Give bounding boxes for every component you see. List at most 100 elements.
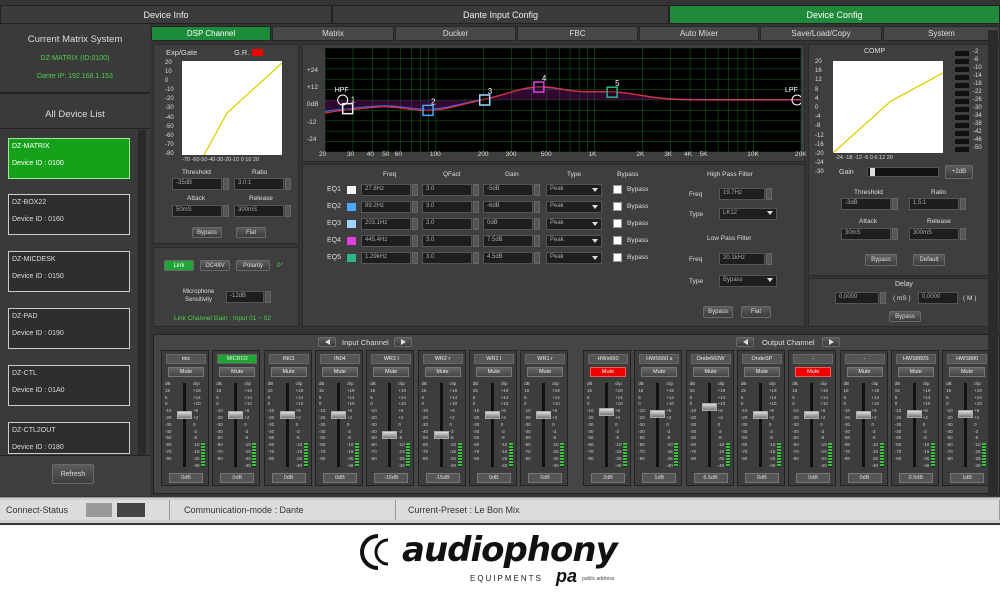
gate-threshold-field[interactable]: -35dB — [172, 178, 222, 190]
eq-freq-spinner[interactable] — [412, 235, 418, 247]
device-item[interactable]: DZ-PAD Device ID : 0190 — [8, 308, 130, 349]
channel-name-button[interactable]: WR1 l — [473, 354, 514, 364]
comp-attack-spinner[interactable] — [892, 228, 898, 240]
mute-button[interactable]: Mute — [527, 367, 564, 377]
channel-name-button[interactable]: HWS660 s — [639, 354, 680, 364]
hpf-freq-spinner[interactable] — [766, 188, 772, 200]
fader-knob[interactable] — [599, 408, 614, 417]
eq-type-select[interactable]: Peak — [546, 184, 602, 196]
eq-q-spinner[interactable] — [473, 201, 479, 213]
eq-q-field[interactable]: 3.0 — [422, 201, 472, 213]
mute-button[interactable]: Mute — [590, 367, 626, 377]
subtab-auto-mixer[interactable]: Auto Mixer — [639, 26, 759, 41]
eq-gain-field[interactable]: 4.5dB — [483, 252, 533, 264]
output-prev-button[interactable] — [736, 337, 754, 347]
mute-button[interactable]: Mute — [897, 367, 934, 377]
channel-name-button[interactable]: - — [793, 354, 834, 364]
subtab-system[interactable]: System — [883, 26, 1000, 41]
channel-name-button[interactable]: IN03 — [268, 354, 309, 364]
fader-knob[interactable] — [752, 410, 768, 419]
gate-ratio-field[interactable]: 3.0:1 — [234, 178, 284, 190]
eq-gain-spinner[interactable] — [534, 218, 540, 230]
comp-release-field[interactable]: 300mS — [909, 228, 959, 240]
delay-bypass-button[interactable]: Bypass — [889, 311, 921, 322]
mute-button[interactable]: Mute — [321, 367, 358, 377]
eq-freq-spinner[interactable] — [412, 252, 418, 264]
lpf-freq-spinner[interactable] — [766, 253, 772, 265]
eq-gain-field[interactable]: -6dB — [483, 201, 533, 213]
input-next-button[interactable] — [394, 337, 412, 347]
polarity-button[interactable]: Polarity — [236, 260, 270, 271]
eq-point-handle[interactable] — [422, 104, 434, 117]
eq-bypass-checkbox[interactable] — [613, 202, 622, 211]
gate-ratio-spinner[interactable] — [285, 178, 291, 190]
fader-knob[interactable] — [382, 431, 398, 440]
eq-type-select[interactable]: Peak — [546, 201, 602, 213]
fader-knob[interactable] — [536, 410, 552, 419]
eq-q-field[interactable]: 3.0 — [422, 235, 472, 247]
device-item[interactable]: DZ-MICDESK Device ID : 0150 — [8, 251, 130, 292]
comp-bypass-button[interactable]: Bypass — [865, 254, 897, 266]
lpf-type-select[interactable]: Bypass — [719, 275, 777, 287]
subtab-matrix[interactable]: Matrix — [272, 26, 394, 41]
channel-name-button[interactable]: HWS880 — [947, 354, 988, 364]
channel-name-button[interactable]: WR1 r — [525, 354, 566, 364]
channel-name-button[interactable]: IN04 — [319, 354, 360, 364]
mute-button[interactable]: Mute — [168, 367, 204, 377]
eq-gain-field[interactable]: -5dB — [483, 184, 533, 196]
eq-gain-spinner[interactable] — [534, 252, 540, 264]
hpf-freq-field[interactable]: 19.7Hz — [719, 188, 765, 200]
gate-release-spinner[interactable] — [285, 205, 291, 217]
eq-bypass-checkbox[interactable] — [613, 219, 622, 228]
eq-q-field[interactable]: 3.0 — [422, 218, 472, 230]
comp-gain-knob[interactable] — [870, 168, 875, 176]
delay-ms-spinner[interactable] — [880, 292, 886, 304]
eq-bypass-checkbox[interactable] — [613, 253, 622, 262]
tab-device-info[interactable]: Device Info — [0, 5, 332, 24]
fader-knob[interactable] — [484, 410, 500, 419]
gate-release-field[interactable]: 300mS — [234, 205, 284, 217]
channel-name-button[interactable]: OndeSP — [741, 354, 782, 364]
eq-gain-field[interactable]: 0dB — [483, 218, 533, 230]
eq-q-spinner[interactable] — [473, 218, 479, 230]
mute-button[interactable]: Mute — [373, 367, 410, 377]
output-next-button[interactable] — [822, 337, 840, 347]
eq-gain-spinner[interactable] — [534, 184, 540, 196]
eq-q-field[interactable]: 3.0 — [422, 252, 472, 264]
gate-attack-spinner[interactable] — [223, 205, 229, 217]
channel-name-button[interactable]: Onde660W — [690, 354, 731, 364]
delay-ms-field[interactable]: 0,0000 — [835, 292, 879, 304]
channel-name-button[interactable]: WR2 r — [422, 354, 463, 364]
subtab-ducker[interactable]: Ducker — [395, 26, 516, 41]
device-item[interactable]: DZ-CTL Device ID : 01A0 — [8, 365, 130, 406]
eq-type-select[interactable]: Peak — [546, 252, 602, 264]
link-button[interactable]: Link — [164, 260, 194, 271]
eq-freq-spinner[interactable] — [412, 184, 418, 196]
comp-gain-value[interactable]: +2dB — [945, 165, 973, 179]
eq-freq-field[interactable]: 89.2Hz — [361, 201, 411, 213]
gate-flat-button[interactable]: Flat — [236, 227, 266, 238]
device-list-scrollbar[interactable] — [138, 130, 146, 460]
channel-name-button[interactable]: MICRO2 — [217, 354, 258, 364]
mute-button[interactable]: Mute — [795, 367, 832, 377]
mute-button[interactable]: Mute — [949, 367, 986, 377]
mic-sensitivity-spinner[interactable] — [265, 291, 271, 303]
eq-freq-spinner[interactable] — [412, 201, 418, 213]
gate-attack-field[interactable]: 50mS — [172, 205, 222, 217]
tab-device-config[interactable]: Device Config — [669, 5, 1000, 24]
mic-sensitivity-field[interactable]: -12dB — [226, 291, 264, 303]
eq-freq-field[interactable]: 27.8Hz — [361, 184, 411, 196]
gate-threshold-spinner[interactable] — [223, 178, 229, 190]
comp-ratio-field[interactable]: 1.5:1 — [909, 198, 959, 210]
eq-freq-spinner[interactable] — [412, 218, 418, 230]
hpf-type-select[interactable]: LK12 — [719, 208, 777, 220]
eq-flat-button[interactable]: Flat — [741, 306, 771, 318]
subtab-fbc[interactable]: FBC — [517, 26, 638, 41]
eq-point-handle[interactable] — [533, 81, 545, 93]
comp-ratio-spinner[interactable] — [960, 198, 966, 210]
eq-gain-spinner[interactable] — [534, 201, 540, 213]
eq-gain-field[interactable]: 7.5dB — [483, 235, 533, 247]
comp-gain-slider[interactable] — [867, 167, 939, 177]
channel-name-button[interactable]: HWs660 — [588, 354, 628, 364]
channel-name-button[interactable]: mic — [166, 354, 206, 364]
